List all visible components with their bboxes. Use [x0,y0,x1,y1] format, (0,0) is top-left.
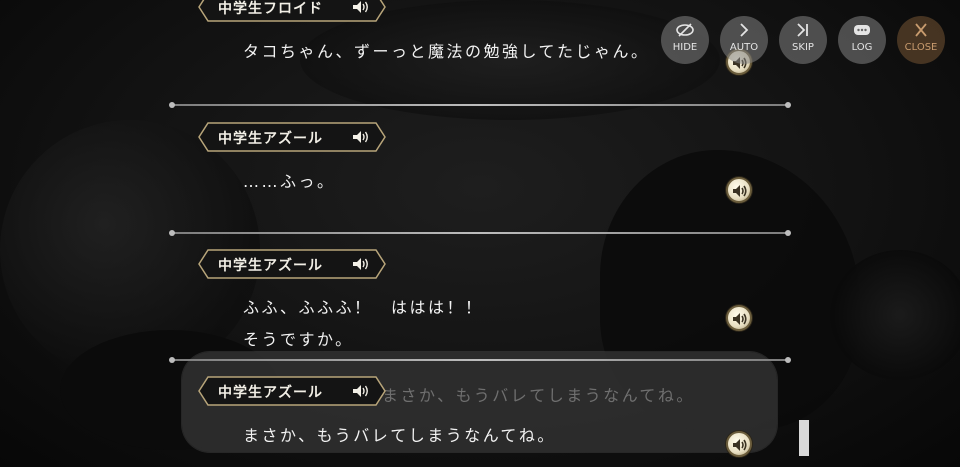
log-line: そうですか。 [243,330,354,349]
log-line: タコちゃん、ずーっと魔法の勉強してたじゃん。 [243,42,650,61]
hide-button[interactable]: HIDE [661,16,709,64]
log-label: LOG [851,42,873,53]
log-button[interactable]: LOG [838,16,886,64]
skip-label: SKIP [792,42,814,53]
hide-label: HIDE [672,42,698,53]
voice-replay-button[interactable] [726,431,752,457]
log-line: まさか、もうバレてしまうなんてね。 [243,426,556,445]
background-shape [830,250,960,380]
speaker-namebox: 中学生アズール [198,122,386,152]
log-line: ふふ、ふふふ！ ははは！！ [243,298,484,317]
speaker-name: 中学生アズール [218,258,323,274]
log-divider [169,102,791,108]
auto-label: AUTO [729,42,759,53]
speaker-icon [733,439,747,451]
speaker-namebox: 中学生アズール [198,376,386,406]
log-divider [169,230,791,236]
skip-button[interactable]: SKIP [779,16,827,64]
dialog-text: まさか、もうバレてしまうなんてね。 [382,386,695,405]
chevron-right-icon [740,23,749,37]
speaker-name: 中学生アズール [218,131,323,147]
speaker-sound-icon [353,258,368,270]
chat-bubble-icon [854,25,870,35]
log-divider [169,357,791,363]
speaker-icon [733,313,747,325]
speaker-name: 中学生フロイド [218,1,323,17]
close-label: CLOSE [904,42,938,53]
speaker-name: 中学生アズール [218,385,323,401]
eye-slash-icon [676,23,694,37]
speaker-icon [733,185,747,197]
skip-forward-icon [797,23,808,37]
log-scrollbar-thumb[interactable] [799,420,809,456]
close-button[interactable]: CLOSE [897,16,945,64]
story-log-screen: まさか、もうバレてしまうなんてね。 中学生フロイド タコちゃん、ずーっと魔法の勉… [0,0,960,467]
log-line: ……ふっ。 [243,172,336,191]
close-icon [915,23,927,37]
speaker-sound-icon [353,131,368,143]
speaker-sound-icon [353,1,368,13]
voice-replay-button[interactable] [726,177,752,203]
speaker-namebox: 中学生アズール [198,249,386,279]
speaker-namebox: 中学生フロイド [198,0,386,22]
voice-replay-button[interactable] [726,305,752,331]
speaker-sound-icon [353,385,368,397]
auto-button[interactable]: AUTO [720,16,768,64]
